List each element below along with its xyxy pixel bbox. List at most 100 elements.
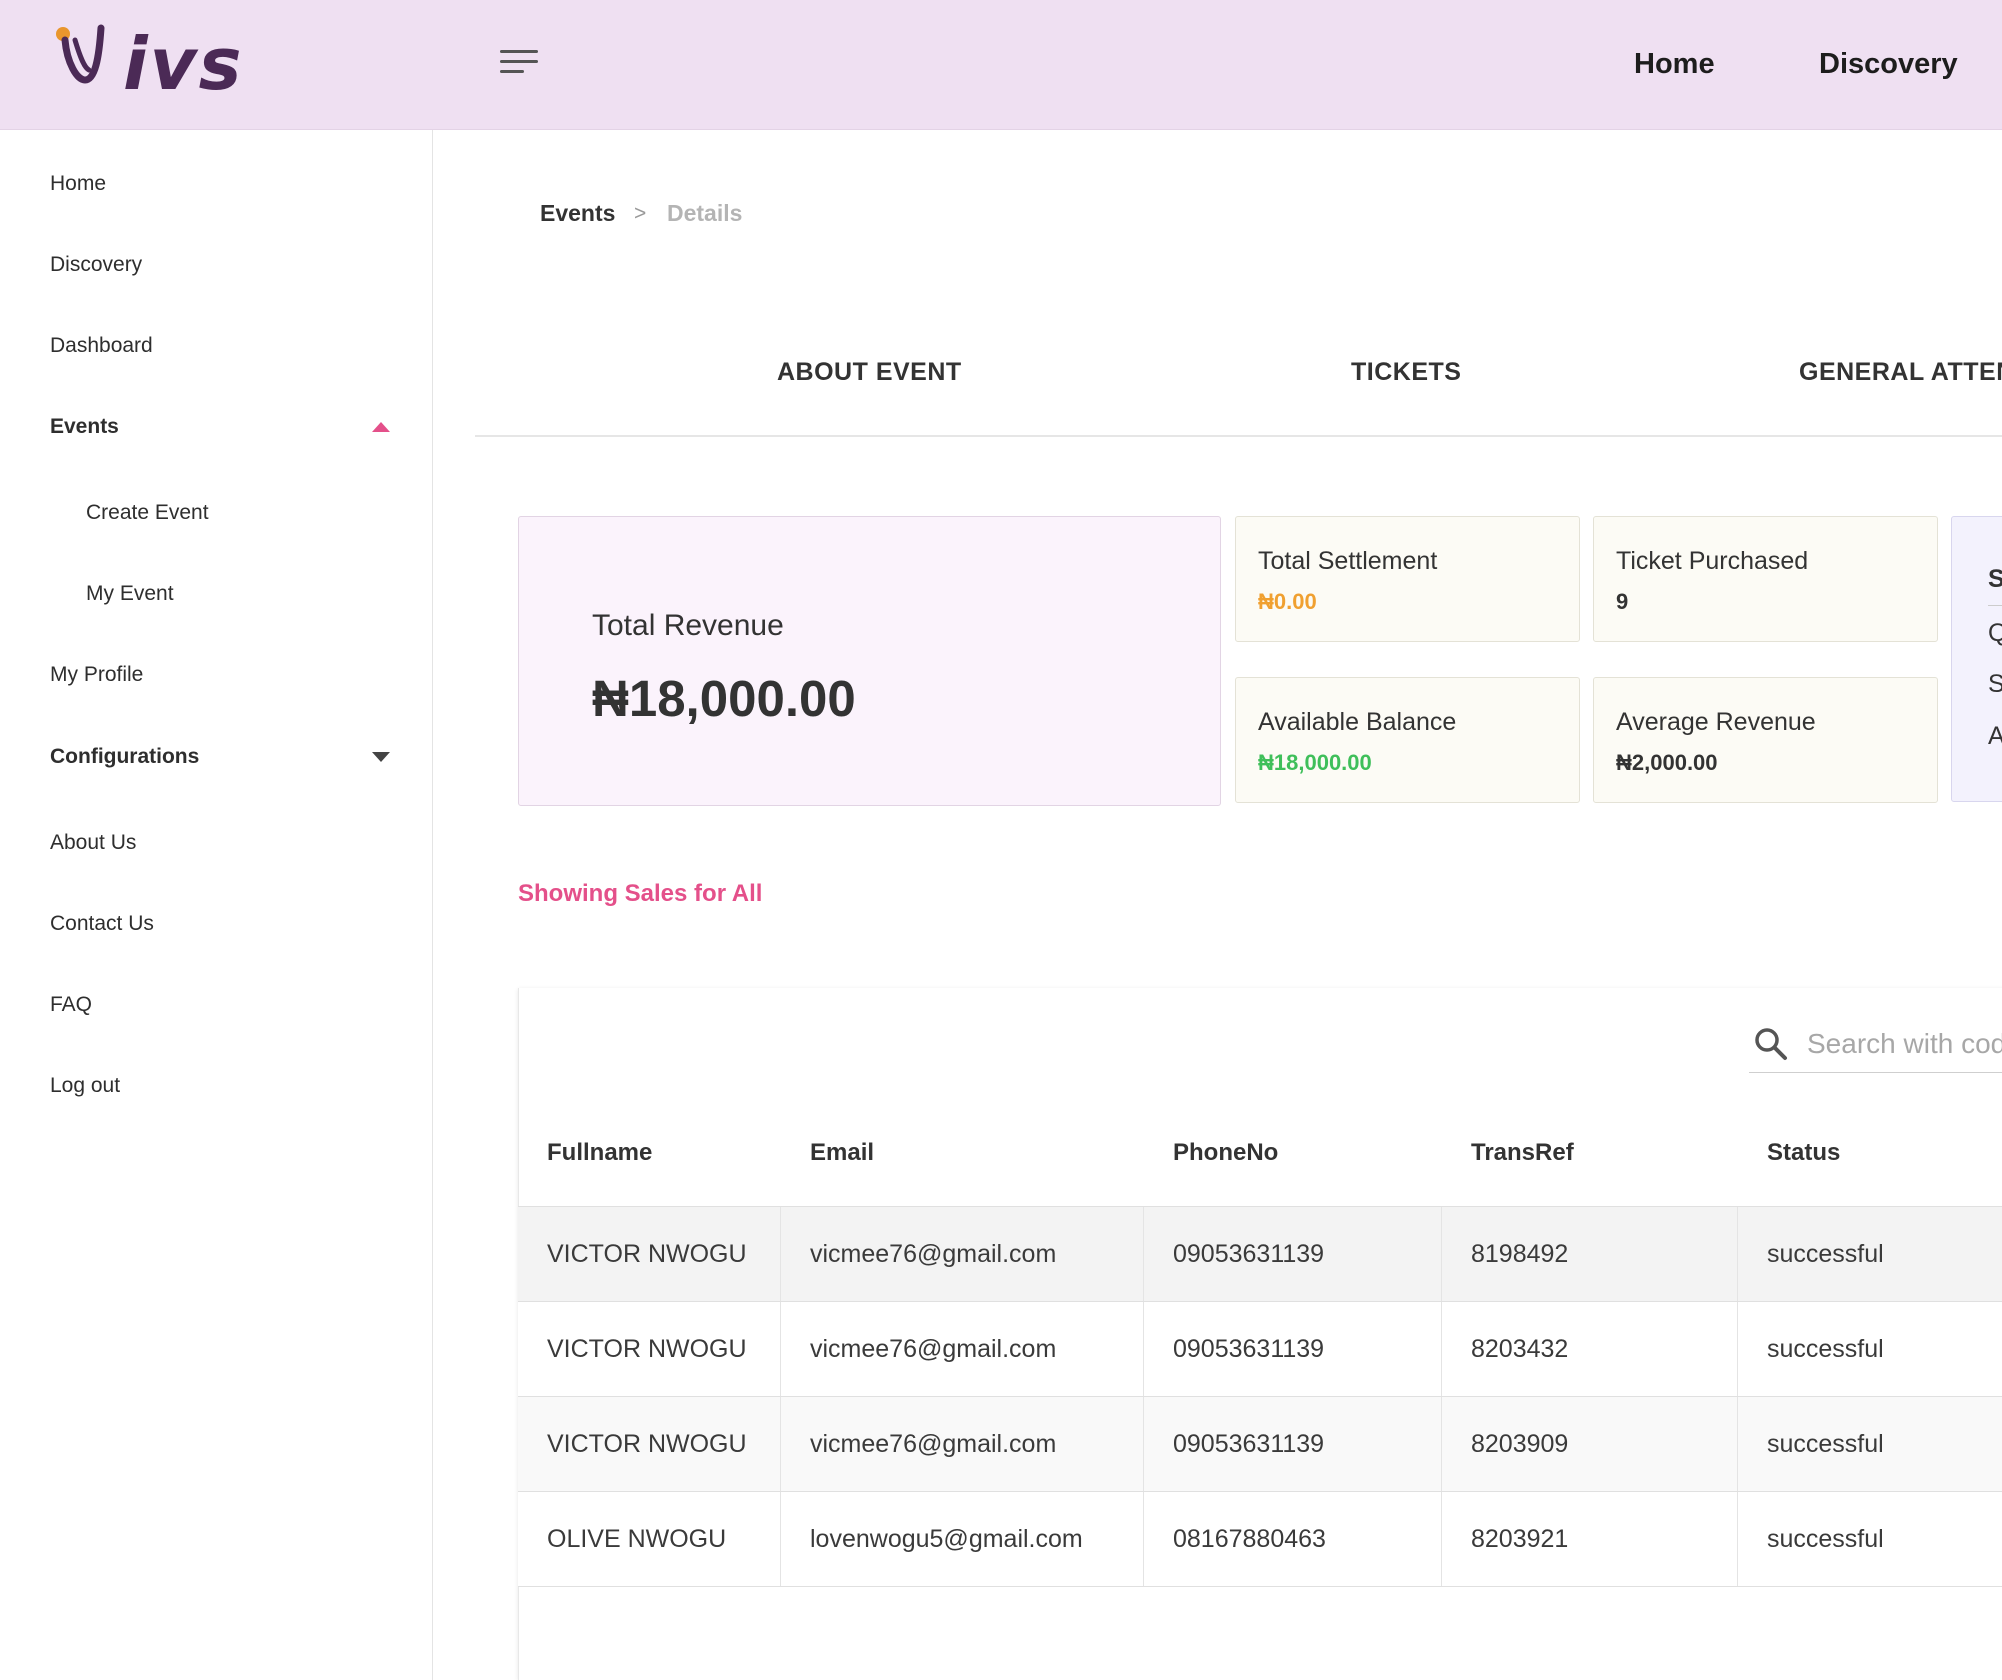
cell-phone: 09053631139 xyxy=(1173,1334,1325,1363)
sidebar-item-my-event[interactable]: My Event xyxy=(86,582,386,606)
column-header-transref[interactable]: TransRef xyxy=(1471,1139,1574,1167)
total-revenue-card: Total Revenue ₦18,000.00 xyxy=(518,516,1221,806)
sidebar-item-label: Dashboard xyxy=(50,334,153,357)
column-header-fullname[interactable]: Fullname xyxy=(547,1139,652,1167)
logo-text[interactable]: ivs xyxy=(123,22,243,106)
cell-status: successful xyxy=(1767,1524,1884,1553)
average-revenue-card: Average Revenue ₦2,000.00 xyxy=(1593,677,1938,803)
ticket-purchased-value: 9 xyxy=(1616,589,1629,614)
caret-down-icon[interactable] xyxy=(372,752,390,762)
sales-filter-heading: Showing Sales for All xyxy=(518,880,763,907)
cell-divider xyxy=(1737,1302,1738,1396)
cell-email: vicmee76@gmail.com xyxy=(810,1429,1057,1458)
sidebar-item-label: About Us xyxy=(50,831,137,854)
sidebar-item-label: Log out xyxy=(50,1074,121,1097)
cell-divider xyxy=(1441,1207,1442,1301)
cell-divider xyxy=(1737,1207,1738,1301)
sidebar-item-faq[interactable]: FAQ xyxy=(50,993,390,1017)
sidebar-item-my-profile[interactable]: My Profile xyxy=(50,663,390,687)
cell-divider xyxy=(1143,1492,1144,1586)
sidebar-item-label: Home xyxy=(50,172,107,195)
cell-transref: 8203909 xyxy=(1471,1429,1569,1458)
cell-divider xyxy=(780,1207,781,1301)
sidebar-item-label: FAQ xyxy=(50,993,93,1016)
cell-status: successful xyxy=(1767,1239,1884,1268)
topnav-discovery[interactable]: Discovery xyxy=(1819,0,1958,129)
cell-email: vicmee76@gmail.com xyxy=(810,1334,1057,1363)
cell-divider xyxy=(1441,1397,1442,1491)
sidebar-item-log-out[interactable]: Log out xyxy=(50,1074,390,1098)
sidebar-item-discovery[interactable]: Discovery xyxy=(50,253,390,277)
total-settlement-label: Total Settlement xyxy=(1258,547,1438,575)
sidebar-item-label: Events xyxy=(50,415,119,438)
tab-about-event[interactable]: ABOUT EVENT xyxy=(777,358,962,387)
cell-fullname: VICTOR NWOGU xyxy=(547,1239,747,1268)
sidebar-item-label: My Event xyxy=(86,582,174,605)
topnav-home[interactable]: Home xyxy=(1634,0,1715,129)
partial-card-line-2: S xyxy=(1988,670,2002,699)
cell-divider xyxy=(1143,1397,1144,1491)
cell-phone: 08167880463 xyxy=(1173,1524,1326,1553)
cell-transref: 8203921 xyxy=(1471,1524,1569,1553)
sidebar-item-events[interactable]: Events xyxy=(50,415,390,439)
cell-divider xyxy=(1143,1302,1144,1396)
table-row[interactable]: VICTOR NWOGU vicmee76@gmail.com 09053631… xyxy=(518,1396,2002,1491)
caret-up-icon[interactable] xyxy=(372,422,390,432)
total-revenue-value: ₦18,000.00 xyxy=(592,670,856,727)
table-row[interactable]: VICTOR NWOGU vicmee76@gmail.com 09053631… xyxy=(518,1301,2002,1396)
sidebar-item-label: Configurations xyxy=(50,745,200,768)
cell-divider xyxy=(1441,1492,1442,1586)
sidebar-item-dashboard[interactable]: Dashboard xyxy=(50,334,390,358)
cell-divider xyxy=(1143,1207,1144,1301)
total-settlement-card: Total Settlement ₦0.00 xyxy=(1235,516,1580,642)
sidebar-item-home[interactable]: Home xyxy=(50,172,390,196)
cell-fullname: VICTOR NWOGU xyxy=(547,1334,747,1363)
cell-transref: 8203432 xyxy=(1471,1334,1569,1363)
sidebar-item-contact-us[interactable]: Contact Us xyxy=(50,912,390,936)
ticket-purchased-card: Ticket Purchased 9 xyxy=(1593,516,1938,642)
partial-card-divider xyxy=(1988,605,2002,606)
total-revenue-label: Total Revenue xyxy=(592,609,784,642)
tab-tickets[interactable]: TICKETS xyxy=(1351,358,1461,387)
cell-fullname: OLIVE NWOGU xyxy=(547,1524,727,1553)
total-settlement-value: ₦0.00 xyxy=(1258,589,1317,614)
ticket-purchased-label: Ticket Purchased xyxy=(1616,547,1809,575)
cell-transref: 8198492 xyxy=(1471,1239,1569,1268)
top-header: ivs Home Discovery xyxy=(0,0,2002,130)
cell-divider xyxy=(1737,1492,1738,1586)
sidebar: Home Discovery Dashboard Events Create E… xyxy=(0,130,433,1680)
column-header-phoneno[interactable]: PhoneNo xyxy=(1173,1139,1278,1167)
table-row[interactable]: OLIVE NWOGU lovenwogu5@gmail.com 0816788… xyxy=(518,1491,2002,1587)
cell-email: lovenwogu5@gmail.com xyxy=(810,1524,1083,1553)
breadcrumb-events-link[interactable]: Events xyxy=(540,200,615,227)
sidebar-item-label: Contact Us xyxy=(50,912,154,935)
partial-card-line-1: Q xyxy=(1988,619,2002,648)
menu-toggle-icon[interactable] xyxy=(500,50,538,80)
breadcrumb-current: Details xyxy=(667,200,743,226)
tab-general-attendance[interactable]: GENERAL ATTEN xyxy=(1799,358,2002,387)
cell-divider xyxy=(780,1492,781,1586)
table-row[interactable]: VICTOR NWOGU vicmee76@gmail.com 09053631… xyxy=(518,1206,2002,1301)
column-header-status[interactable]: Status xyxy=(1767,1139,1840,1167)
cell-divider xyxy=(780,1397,781,1491)
tabs-divider xyxy=(475,435,2002,437)
available-balance-card: Available Balance ₦18,000.00 xyxy=(1235,677,1580,803)
search-input[interactable]: Search with cod xyxy=(1807,1028,2002,1060)
cell-phone: 09053631139 xyxy=(1173,1429,1325,1458)
sidebar-item-about-us[interactable]: About Us xyxy=(50,831,390,855)
partial-card-line-3: A xyxy=(1988,722,2002,751)
search-icon xyxy=(1755,1028,1787,1060)
cell-fullname: VICTOR NWOGU xyxy=(547,1429,747,1458)
sidebar-item-create-event[interactable]: Create Event xyxy=(86,501,386,525)
column-header-email[interactable]: Email xyxy=(810,1139,874,1167)
sidebar-item-configurations[interactable]: Configurations xyxy=(50,745,390,769)
breadcrumb-separator: > xyxy=(634,202,647,225)
available-balance-value: ₦18,000.00 xyxy=(1258,750,1372,775)
partial-card-title: S xyxy=(1988,565,2002,594)
sidebar-item-label: Create Event xyxy=(86,501,209,524)
sidebar-item-label: Discovery xyxy=(50,253,143,276)
partial-summary-card: S Q S A xyxy=(1951,516,2002,802)
cell-divider xyxy=(1737,1397,1738,1491)
search-field[interactable]: Search with cod xyxy=(1749,1022,2002,1073)
sidebar-item-label: My Profile xyxy=(50,663,144,686)
